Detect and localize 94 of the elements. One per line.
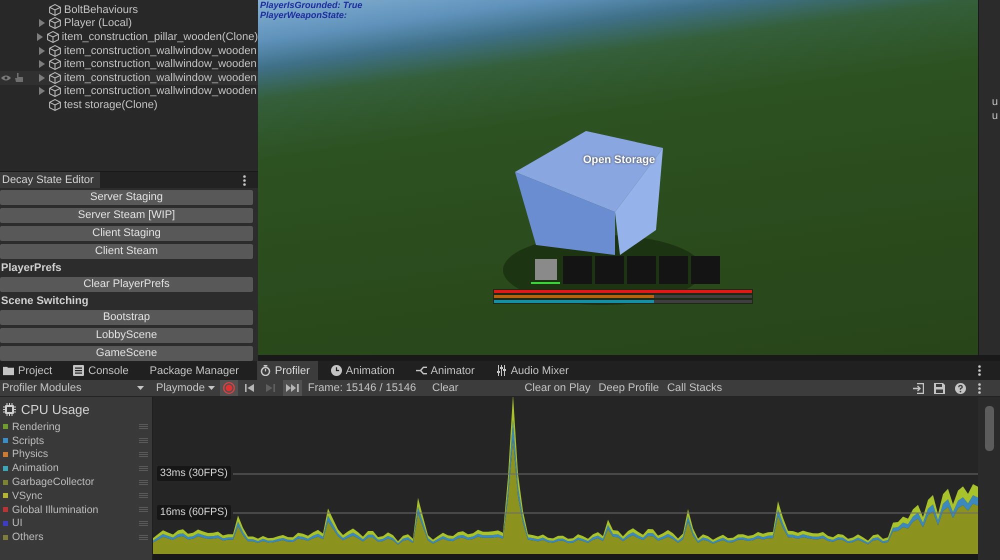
cube-icon xyxy=(49,72,61,84)
drag-handle-icon[interactable] xyxy=(139,424,148,430)
panel-tab[interactable]: Animator xyxy=(412,361,483,380)
debug-text: PlayerWeaponState: xyxy=(260,10,348,20)
inspector-label: u xyxy=(992,110,999,123)
panel-tab[interactable]: Decay State Editor xyxy=(0,172,100,188)
node-graph-icon xyxy=(416,365,427,376)
scrollbar[interactable] xyxy=(978,397,1000,560)
target-dropdown[interactable]: Playmode xyxy=(154,380,217,396)
section-heading: PlayerPrefs xyxy=(0,262,63,274)
more-icon[interactable] xyxy=(978,365,981,376)
modules-dropdown[interactable]: Profiler Modules xyxy=(0,380,150,396)
panel-tab[interactable]: Profiler xyxy=(256,361,318,380)
legend-item[interactable]: Scripts xyxy=(0,434,152,448)
stopwatch-icon xyxy=(260,365,271,376)
editor-button[interactable]: GameScene xyxy=(0,346,253,361)
folder-icon xyxy=(3,365,14,376)
editor-button[interactable]: Server Steam [WIP] xyxy=(0,208,253,223)
legend-item[interactable]: Others xyxy=(0,530,152,544)
cube-icon xyxy=(49,17,61,30)
editor-button[interactable]: Client Staging xyxy=(0,226,253,241)
eye-icon[interactable] xyxy=(1,74,11,81)
import-icon xyxy=(912,382,924,394)
legend-item[interactable]: UI xyxy=(0,516,152,530)
caret-icon xyxy=(208,386,215,390)
hierarchy-item[interactable]: item_construction_wallwindow_wooden xyxy=(0,44,258,58)
help-icon xyxy=(954,382,966,394)
legend-item[interactable]: VSync xyxy=(0,488,152,503)
frame-label: Frame: 15146 / 15146 xyxy=(308,382,416,394)
panel-tab[interactable]: Audio Mixer xyxy=(492,361,577,380)
editor-button[interactable]: Clear PlayerPrefs xyxy=(0,277,253,292)
drag-handle-icon[interactable] xyxy=(139,452,148,457)
cube-icon xyxy=(49,85,61,98)
drag-handle-icon[interactable] xyxy=(139,493,148,498)
cube-icon xyxy=(49,44,61,57)
hand-icon[interactable] xyxy=(15,73,23,82)
panel-tab[interactable]: Project xyxy=(0,361,60,380)
module-title: CPU Usage xyxy=(21,402,90,416)
save-icon xyxy=(934,382,944,394)
editor-button[interactable]: Server Staging xyxy=(0,190,253,205)
debug-text: PlayerIsGrounded: True xyxy=(260,0,362,10)
hierarchy-item[interactable]: item_construction_pillar_wooden(Clone) xyxy=(0,30,258,44)
section-heading: Scene Switching xyxy=(0,295,90,307)
hierarchy-item[interactable]: item_construction_wallwindow_wooden xyxy=(0,84,258,98)
clock-icon xyxy=(330,365,342,376)
hierarchy-item[interactable]: item_construction_wallwindow_wooden xyxy=(0,57,258,71)
skip-end-icon xyxy=(286,384,299,392)
skip-back-icon xyxy=(245,384,254,392)
toolbar-button[interactable]: Clear on Play xyxy=(520,380,595,396)
drag-handle-icon[interactable] xyxy=(139,507,148,512)
toolbar-button[interactable]: Call Stacks xyxy=(663,380,726,396)
chip-icon xyxy=(3,402,16,416)
panel-tab[interactable]: Console xyxy=(70,361,137,380)
drag-handle-icon[interactable] xyxy=(139,534,148,540)
sliders-icon xyxy=(496,365,507,376)
panel-tab[interactable]: Package Manager xyxy=(146,361,247,380)
legend-item[interactable]: GarbageCollector xyxy=(0,475,152,489)
threshold-label: 33ms (30FPS) xyxy=(157,466,231,481)
inspector-label: u xyxy=(992,96,999,109)
item-tile-icon xyxy=(534,258,556,280)
cube-icon xyxy=(49,58,61,70)
caret-icon xyxy=(137,386,144,390)
cube-icon xyxy=(49,4,61,16)
hierarchy-item[interactable]: Player (Local) xyxy=(0,16,258,30)
legend-item[interactable]: Animation xyxy=(0,461,152,476)
hierarchy-item[interactable]: test storage(Clone) xyxy=(0,98,258,112)
console-icon xyxy=(73,365,84,376)
editor-button[interactable]: Bootstrap xyxy=(0,310,253,325)
hierarchy-item[interactable]: BoltBehaviours xyxy=(0,3,258,17)
more-icon[interactable] xyxy=(978,382,981,394)
interaction-prompt: Open Storage xyxy=(583,154,656,166)
editor-button[interactable]: Client Steam xyxy=(0,244,253,259)
hierarchy-item[interactable]: item_construction_wallwindow_wooden xyxy=(0,70,258,85)
drag-handle-icon[interactable] xyxy=(139,480,148,485)
legend-item[interactable]: Global Illumination xyxy=(0,502,152,517)
more-icon[interactable] xyxy=(243,174,246,186)
record-icon xyxy=(222,382,235,394)
drag-handle-icon[interactable] xyxy=(139,520,148,526)
cube-icon xyxy=(46,30,59,43)
cube-icon xyxy=(49,98,61,111)
storage-cube[interactable] xyxy=(515,131,663,255)
record-button[interactable] xyxy=(220,380,238,396)
panel-tab[interactable]: Animation xyxy=(328,361,403,380)
toolbar-button[interactable]: Clear xyxy=(428,380,462,396)
scrollbar-thumb[interactable] xyxy=(984,406,994,451)
current-frame-button[interactable] xyxy=(282,380,302,396)
legend-item[interactable]: Physics xyxy=(0,448,152,462)
legend-item[interactable]: Rendering xyxy=(0,420,152,434)
toolbar-button[interactable]: Deep Profile xyxy=(594,380,664,396)
drag-handle-icon[interactable] xyxy=(139,466,148,471)
drag-handle-icon[interactable] xyxy=(139,438,148,444)
threshold-label: 16ms (60FPS) xyxy=(157,505,231,520)
skip-forward-icon xyxy=(266,384,276,392)
editor-button[interactable]: LobbyScene xyxy=(0,328,253,343)
